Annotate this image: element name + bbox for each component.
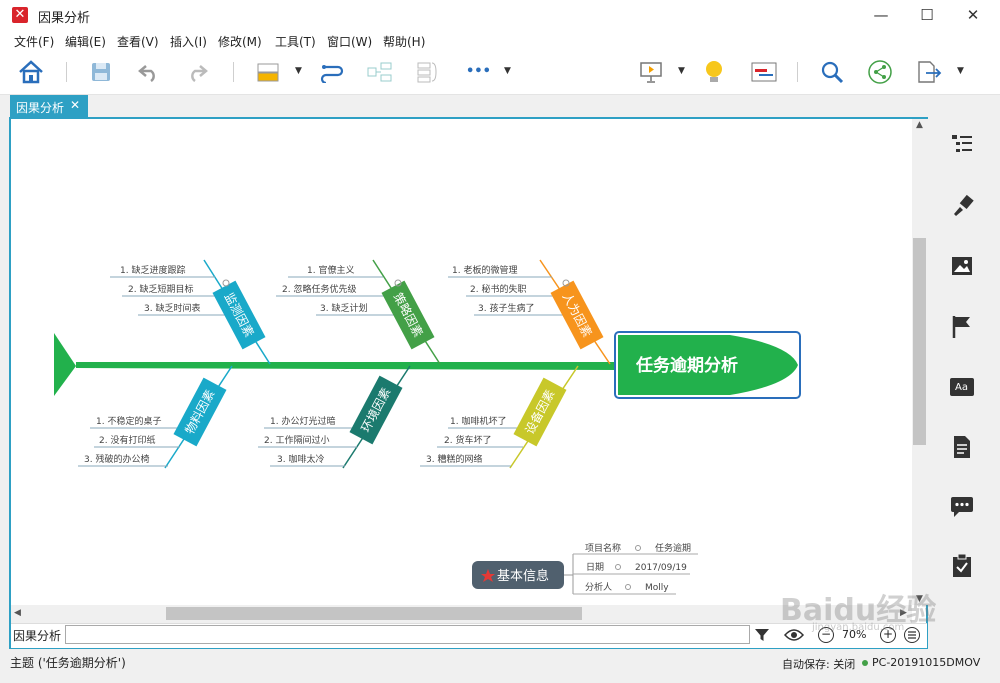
app-logo: ✕ — [12, 7, 28, 23]
redo-icon[interactable] — [183, 58, 211, 86]
filter-input[interactable] — [65, 625, 750, 644]
monitoring-item-1: 1. 缺乏进度跟踪 — [120, 264, 185, 276]
equipment-item-3: 3. 糟糕的网络 — [426, 453, 482, 465]
fishbone-spine — [76, 362, 620, 370]
format-brush-icon[interactable] — [948, 192, 976, 220]
save-icon[interactable] — [87, 58, 115, 86]
fishbone-diagram[interactable]: 任务逾期分析 1. 缺乏进度跟踪 2. 缺乏短期目标 3. 缺乏时间表 监测因素… — [11, 119, 912, 605]
boundary-icon[interactable] — [413, 58, 441, 86]
menu-window[interactable]: 窗口(W) — [327, 33, 372, 50]
filter-icon[interactable] — [754, 627, 770, 646]
maximize-button[interactable]: ☐ — [904, 0, 950, 30]
marker-flag-icon[interactable] — [948, 313, 976, 341]
human-item-2: 2. 秘书的失职 — [470, 283, 526, 295]
toolbar-separator — [66, 62, 67, 82]
svg-text:Aa: Aa — [955, 382, 968, 393]
outline-icon[interactable] — [948, 130, 976, 158]
horizontal-scroll-thumb[interactable] — [166, 607, 582, 620]
menu-tools[interactable]: 工具(T) — [275, 33, 316, 50]
share-icon[interactable] — [866, 58, 894, 86]
pc-name: PC-20191015DMOV — [872, 656, 981, 669]
category-equipment[interactable]: 1. 咖啡机坏了 2. 货车坏了 3. 糟糕的网络 设备因素 — [420, 365, 579, 469]
presentation-icon[interactable] — [637, 58, 665, 86]
tab-label: 因果分析 — [16, 101, 65, 115]
topic-icon[interactable] — [254, 58, 282, 86]
menu-modify[interactable]: 修改(M) — [218, 33, 262, 50]
info-key-2: 日期 — [586, 562, 604, 573]
text-style-icon[interactable]: Aa — [948, 373, 976, 401]
category-environment[interactable]: 1. 办公灯光过暗 2. 工作隔间过小 3. 咖啡太冷 环境因素 — [258, 365, 411, 469]
environment-item-2: 2. 工作隔间过小 — [264, 434, 329, 446]
eye-icon[interactable] — [783, 628, 805, 645]
tab-document[interactable]: 因果分析 ✕ — [10, 95, 88, 117]
menu-edit[interactable]: 编辑(E) — [65, 33, 106, 50]
image-icon[interactable] — [948, 252, 976, 280]
comment-icon[interactable] — [948, 493, 976, 521]
status-topic: 主题 ('任务逾期分析') — [10, 656, 126, 670]
info-value-3: Molly — [645, 583, 669, 593]
search-icon[interactable] — [818, 58, 846, 86]
export-dropdown-icon[interactable]: ▼ — [957, 66, 964, 76]
equipment-item-1: 1. 咖啡机坏了 — [450, 415, 506, 427]
head-label: 任务逾期分析 — [635, 355, 738, 376]
info-key-3: 分析人 — [585, 581, 612, 593]
category-strategy[interactable]: 1. 官僚主义 2. 忽略任务优先级 3. 缺乏计划 策略因素 — [276, 259, 441, 365]
more-icon[interactable]: ••• — [466, 64, 491, 79]
strategy-item-2: 2. 忽略任务优先级 — [282, 283, 356, 295]
category-material[interactable]: 1. 不稳定的桌子 2. 没有打印纸 3. 残破的办公椅 物料因素 — [78, 365, 233, 469]
monitoring-item-3: 3. 缺乏时间表 — [144, 302, 200, 314]
human-item-3: 3. 孩子生病了 — [478, 302, 534, 314]
tab-bar — [0, 95, 940, 117]
equipment-item-2: 2. 货车坏了 — [444, 434, 491, 446]
environment-item-1: 1. 办公灯光过暗 — [270, 415, 335, 427]
info-key-1: 项目名称 — [585, 542, 621, 554]
menu-file[interactable]: 文件(F) — [14, 33, 54, 50]
autosave-status: 自动保存: 关闭 — [782, 658, 856, 671]
info-topic[interactable]: 基本信息 项目名称 任务逾期 日期 2017/09/19 分析人 Molly — [472, 542, 698, 595]
export-icon[interactable] — [915, 58, 943, 86]
toolbar-separator — [233, 62, 234, 82]
gantt-icon[interactable] — [750, 58, 778, 86]
menu-insert[interactable]: 插入(I) — [170, 33, 207, 50]
material-item-2: 2. 没有打印纸 — [99, 434, 155, 446]
lightbulb-icon[interactable] — [700, 58, 728, 86]
category-human[interactable]: 1. 老板的微管理 2. 秘书的失职 3. 孩子生病了 人为因素 — [448, 259, 611, 365]
monitoring-item-2: 2. 缺乏短期目标 — [128, 283, 193, 295]
home-icon[interactable] — [17, 58, 45, 86]
info-title: 基本信息 — [497, 568, 549, 584]
strategy-item-1: 1. 官僚主义 — [307, 264, 354, 276]
human-item-1: 1. 老板的微管理 — [452, 264, 517, 276]
fishbone-tail — [54, 333, 76, 396]
notes-icon[interactable] — [948, 433, 976, 461]
online-dot-icon — [862, 660, 868, 666]
topic-dropdown-icon[interactable]: ▼ — [295, 66, 302, 76]
summary-icon[interactable] — [366, 58, 394, 86]
strategy-item-3: 3. 缺乏计划 — [320, 302, 367, 314]
window-title: 因果分析 — [38, 11, 91, 26]
info-value-2: 2017/09/19 — [635, 563, 687, 573]
title-bar — [0, 0, 1000, 30]
info-value-1: 任务逾期 — [655, 542, 691, 554]
menu-help[interactable]: 帮助(H) — [383, 33, 425, 50]
close-button[interactable]: ✕ — [950, 0, 996, 30]
presentation-dropdown-icon[interactable]: ▼ — [678, 66, 685, 76]
more-dropdown-icon[interactable]: ▼ — [504, 66, 511, 76]
menu-view[interactable]: 查看(V) — [117, 33, 159, 50]
tab-close-icon[interactable]: ✕ — [70, 98, 80, 112]
undo-icon[interactable] — [135, 58, 163, 86]
task-icon[interactable] — [948, 552, 976, 580]
toolbar-separator — [797, 62, 798, 82]
material-item-1: 1. 不稳定的桌子 — [96, 415, 161, 427]
scroll-left-icon[interactable]: ◀ — [14, 608, 21, 618]
minimize-button[interactable]: — — [858, 0, 904, 30]
environment-item-3: 3. 咖啡太冷 — [277, 453, 324, 465]
scroll-up-icon[interactable]: ▲ — [916, 120, 923, 130]
material-item-3: 3. 残破的办公椅 — [84, 453, 149, 465]
watermark-url: jingyan.baidu.com — [812, 622, 905, 633]
relationship-icon[interactable] — [318, 58, 346, 86]
category-monitoring[interactable]: 1. 缺乏进度跟踪 2. 缺乏短期目标 3. 缺乏时间表 监测因素 — [110, 259, 271, 365]
vertical-scroll-thumb[interactable] — [913, 238, 926, 445]
sheet-label[interactable]: 因果分析 — [13, 627, 61, 644]
zoom-menu-icon[interactable] — [904, 627, 920, 643]
